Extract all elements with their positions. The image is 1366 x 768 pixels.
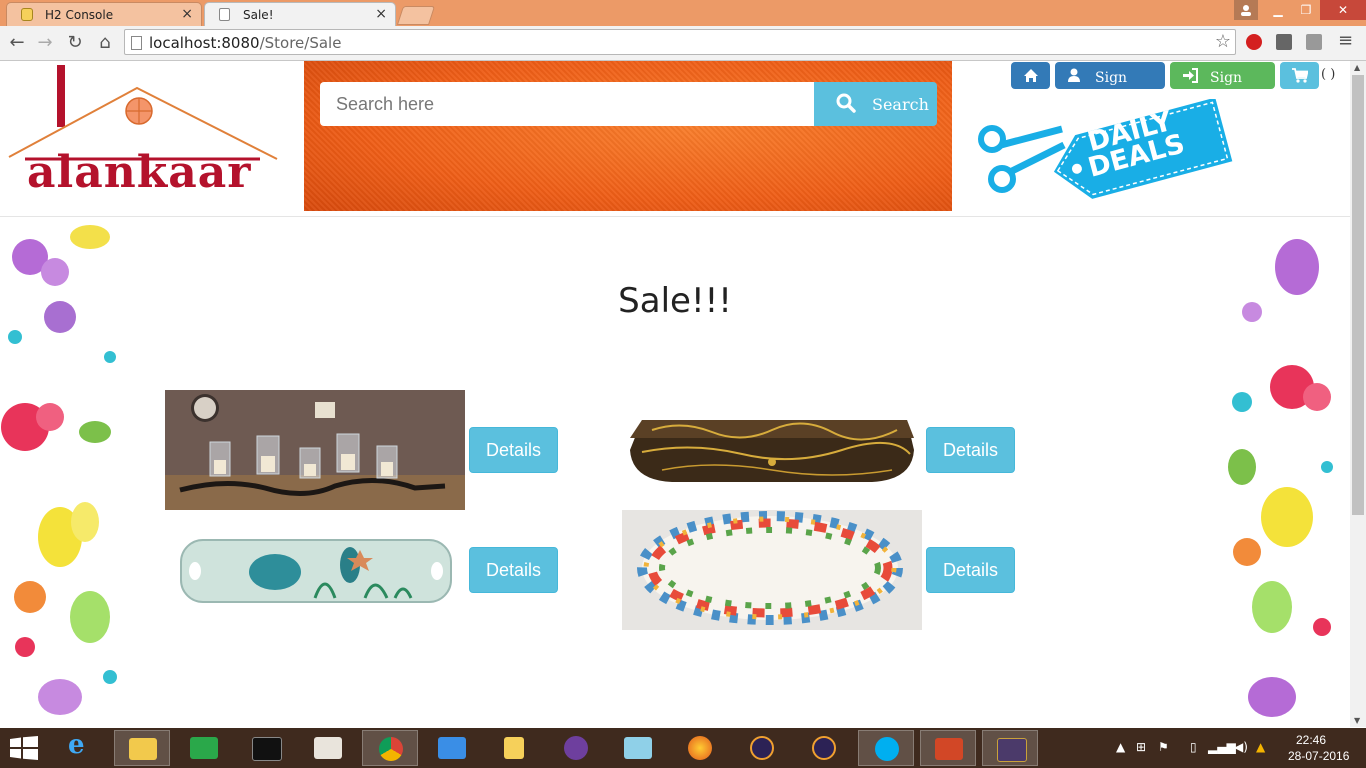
signin-button[interactable]: Sign In	[1170, 62, 1275, 113]
site-logo[interactable]: alankaar	[5, 63, 285, 208]
page-scrollbar[interactable]: ▲ ▼	[1350, 61, 1366, 727]
search-input[interactable]	[320, 82, 814, 126]
page-viewport: alankaar Search Sign Up Sign In ( )	[0, 61, 1350, 727]
logo-text: alankaar	[27, 147, 252, 198]
scroll-up-icon[interactable]: ▲	[1354, 63, 1360, 72]
command-prompt-icon[interactable]	[238, 730, 294, 766]
url-path: /Store/Sale	[259, 34, 342, 52]
scroll-down-icon[interactable]: ▼	[1354, 716, 1360, 725]
browser-toolbar: ← → ↻ ⌂ localhost:8080/Store/Sale ☆ ≡	[0, 26, 1366, 61]
tab-h2-console[interactable]: H2 Console ×	[6, 2, 202, 26]
user-icon[interactable]	[1234, 0, 1258, 20]
close-window-button[interactable]: ✕	[1320, 0, 1366, 20]
forward-icon[interactable]: →	[34, 32, 56, 53]
github-icon[interactable]	[548, 730, 604, 766]
browser-titlebar: H2 Console × Sale! × ▁ ❐ ✕	[0, 0, 1366, 26]
signup-button[interactable]: Sign Up	[1055, 62, 1165, 113]
daily-deals-badge[interactable]: DAILY DEALS	[972, 97, 1242, 204]
extension-icon[interactable]	[1276, 34, 1292, 50]
url-host: localhost:8080	[149, 34, 260, 52]
details-button[interactable]: Details	[469, 427, 558, 473]
search-banner: Search	[304, 61, 952, 211]
show-hidden-icons-icon[interactable]: ▲	[1116, 740, 1125, 754]
signal-icon[interactable]: ▂▄▆	[1208, 740, 1236, 754]
home-icon[interactable]: ⌂	[94, 32, 116, 53]
page-title: Sale!!!	[618, 281, 732, 321]
database-icon	[21, 8, 33, 21]
eclipse-2-icon[interactable]	[796, 730, 852, 766]
opera-extension-icon[interactable]	[1246, 34, 1262, 50]
drive-extension-icon[interactable]	[1306, 34, 1322, 50]
product-image-wooden-box[interactable]	[622, 390, 922, 510]
google-drive-icon[interactable]: ▲	[1256, 740, 1265, 754]
close-tab-icon[interactable]: ×	[181, 6, 193, 22]
url-text: localhost:8080/Store/Sale	[149, 34, 341, 52]
firefox-icon[interactable]	[672, 730, 728, 766]
menu-icon[interactable]: ≡	[1338, 30, 1353, 51]
scissors-icon	[978, 125, 1066, 193]
skype-icon[interactable]	[858, 730, 914, 766]
bookmark-star-icon[interactable]: ☆	[1215, 31, 1231, 52]
tab-title: Sale!	[243, 8, 274, 22]
details-button[interactable]: Details	[926, 427, 1015, 473]
product-image-floral-plate[interactable]	[622, 510, 922, 630]
details-button[interactable]: Details	[926, 547, 1015, 593]
battery-icon[interactable]: ▯	[1190, 740, 1197, 754]
reader-icon[interactable]	[300, 730, 356, 766]
chrome-icon[interactable]	[362, 730, 418, 766]
volume-icon[interactable]: ◀)	[1234, 740, 1248, 754]
details-button[interactable]: Details	[469, 547, 558, 593]
close-tab-icon[interactable]: ×	[375, 6, 387, 22]
page-icon	[131, 36, 142, 50]
cart-count: ( )	[1321, 67, 1336, 82]
product-image-sea-turtle-tray[interactable]	[165, 510, 465, 630]
maximize-button[interactable]: ❐	[1292, 0, 1320, 20]
site-header: alankaar Search Sign Up Sign In ( )	[0, 61, 1350, 217]
home-icon	[1024, 69, 1038, 82]
file-explorer-icon[interactable]	[114, 730, 170, 766]
start-button[interactable]	[10, 736, 38, 760]
remote-desktop-icon[interactable]	[424, 730, 480, 766]
internet-explorer-icon[interactable]: e	[52, 730, 108, 766]
search-icon	[836, 93, 856, 113]
search-button[interactable]: Search	[814, 82, 937, 126]
page-icon	[219, 8, 230, 21]
tab-sale[interactable]: Sale! ×	[204, 2, 396, 26]
shopping-cart-icon	[1292, 68, 1308, 83]
tab-title: H2 Console	[45, 8, 114, 22]
new-tab-button[interactable]	[396, 6, 436, 25]
reload-icon[interactable]: ↻	[64, 32, 86, 53]
h2-database-icon[interactable]	[486, 730, 542, 766]
notepad-icon[interactable]	[610, 730, 666, 766]
search-button-label: Search	[872, 95, 929, 114]
powerpoint-icon[interactable]	[920, 730, 976, 766]
network-sharing-icon[interactable]: ⊞	[1136, 740, 1146, 754]
home-button[interactable]	[1011, 62, 1050, 89]
java-ee-ide-icon[interactable]	[982, 730, 1038, 766]
clock-date[interactable]: 28-07-2016	[1288, 749, 1349, 763]
cart-button[interactable]	[1280, 62, 1319, 89]
login-icon	[1183, 68, 1198, 83]
store-icon[interactable]	[176, 730, 232, 766]
scroll-thumb[interactable]	[1352, 75, 1364, 515]
windows-taskbar: e ▲ ⊞ ⚑ ▯ ▂▄▆ ◀) ▲ 22:46 28-07-2016	[0, 728, 1366, 768]
product-image-candle-holder[interactable]	[165, 390, 465, 510]
action-center-flag-icon[interactable]: ⚑	[1158, 740, 1169, 754]
eclipse-icon[interactable]	[734, 730, 790, 766]
back-icon[interactable]: ←	[6, 32, 28, 53]
user-icon	[1068, 68, 1080, 82]
address-bar[interactable]: localhost:8080/Store/Sale ☆	[124, 29, 1236, 55]
clock-time[interactable]: 22:46	[1296, 733, 1326, 747]
minimize-button[interactable]: ▁	[1264, 0, 1292, 20]
